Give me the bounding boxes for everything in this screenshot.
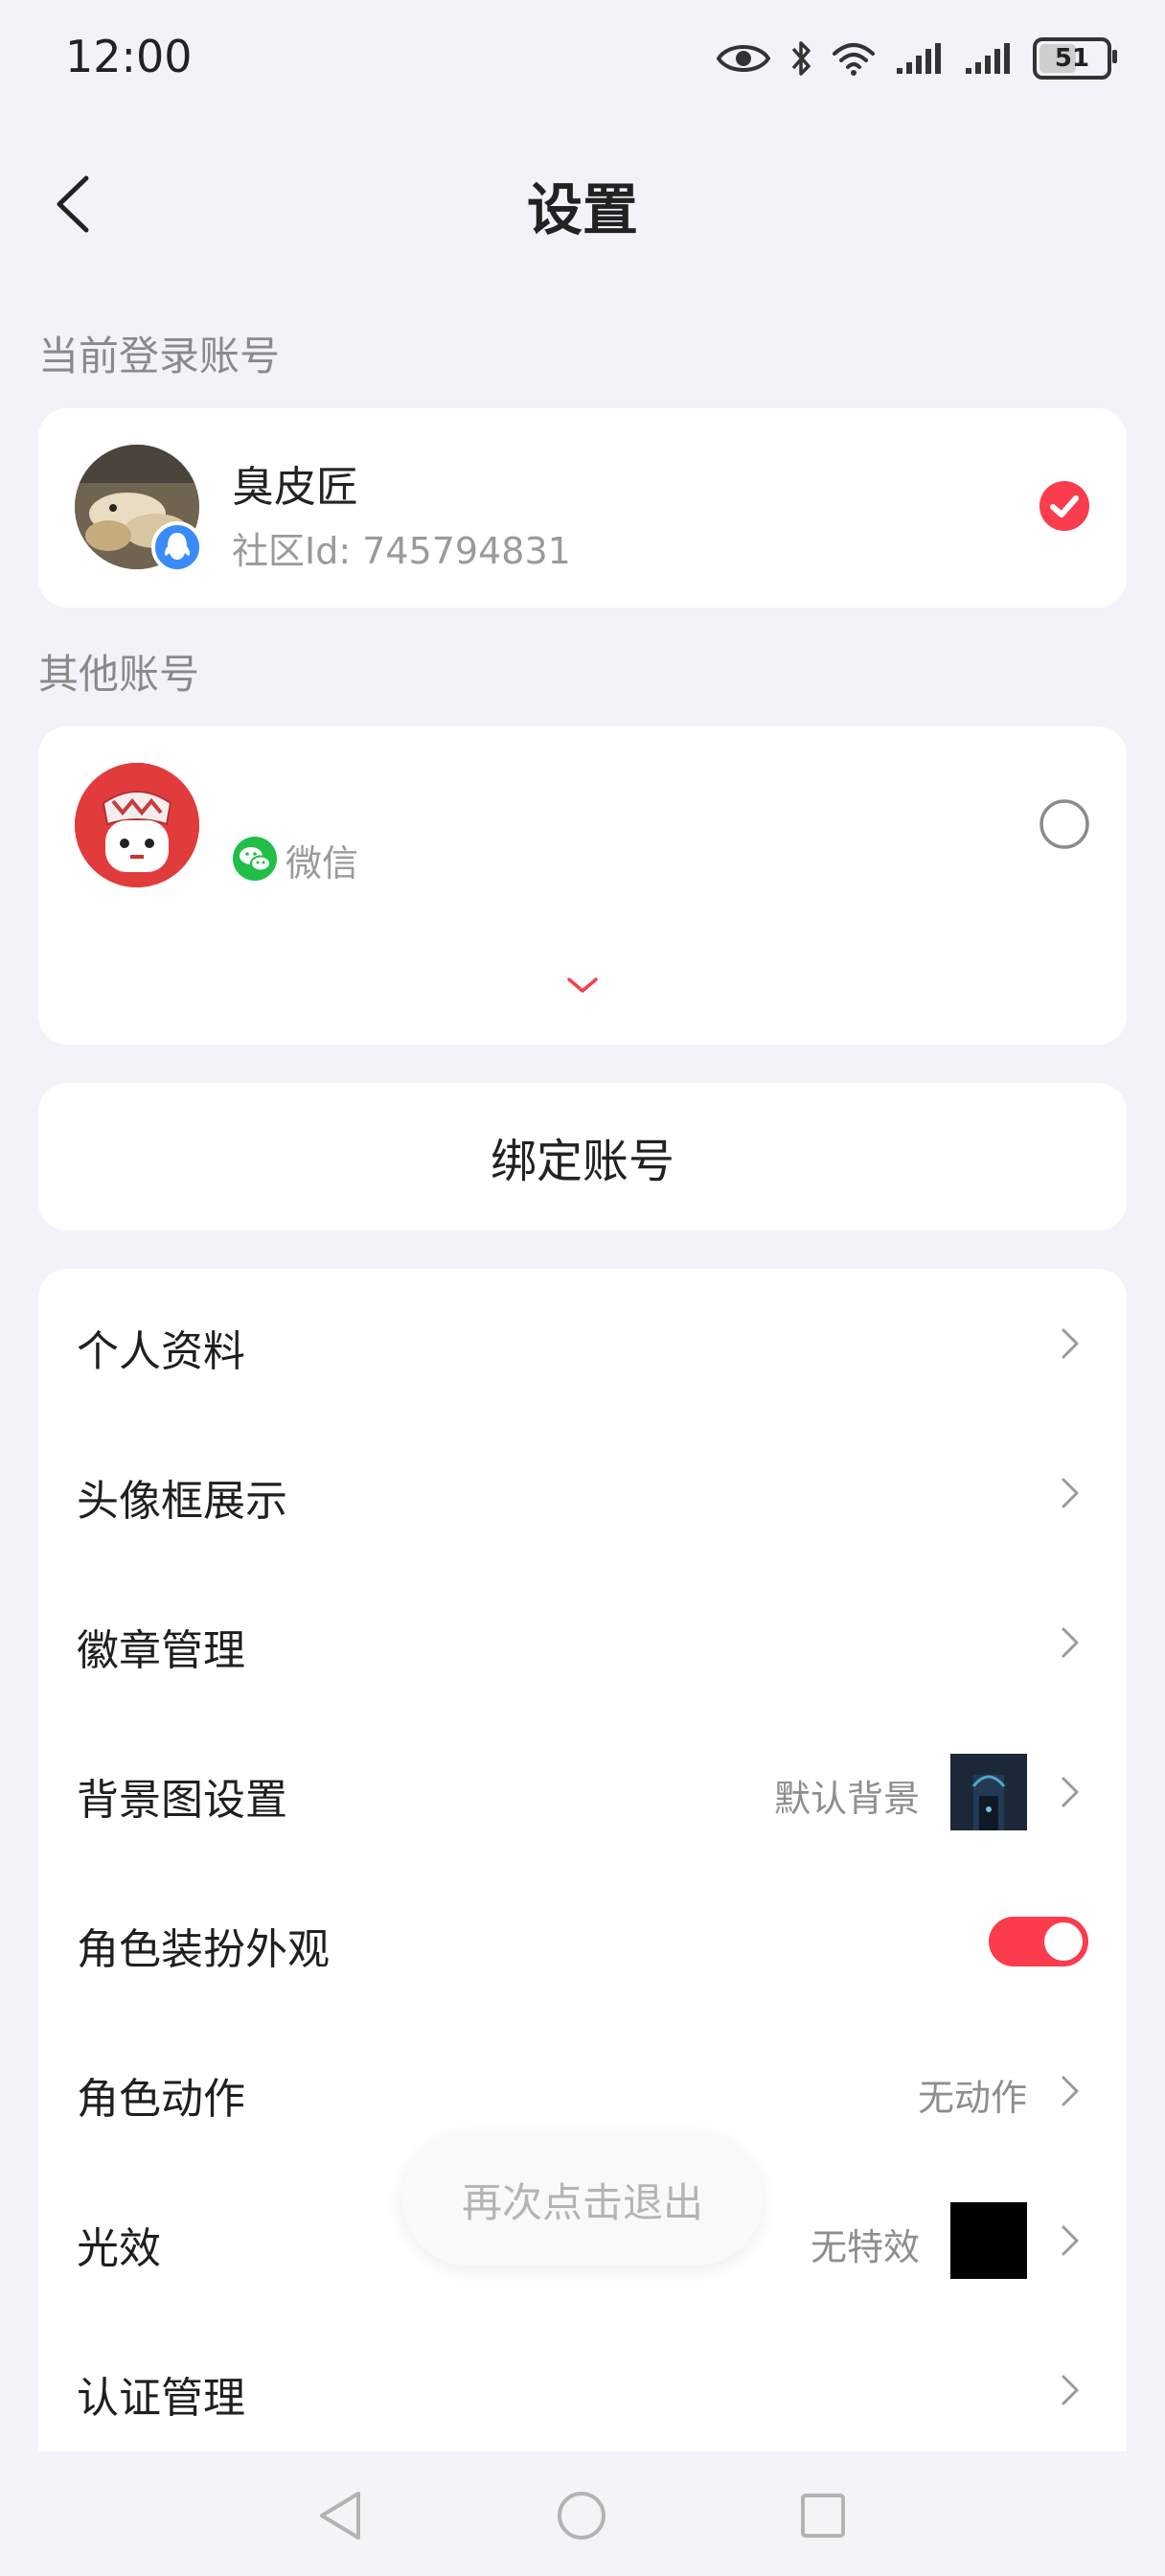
nav-home-icon[interactable] — [556, 2490, 607, 2542]
nav-back-icon[interactable] — [316, 2490, 364, 2542]
chevron-right-icon — [1062, 1478, 1079, 1508]
current-account-card[interactable]: 臭皮匠 社区Id: 745794831 — [38, 408, 1127, 608]
status-icons: 51 — [717, 34, 1117, 82]
chevron-right-icon — [1062, 2375, 1079, 2405]
bluetooth-icon — [791, 41, 811, 76]
wifi-icon — [833, 43, 875, 76]
current-account-label: 当前登录账号 — [38, 333, 281, 380]
settings-row-badges[interactable]: 徽章管理 — [38, 1568, 1127, 1717]
settings-row-label: 个人资料 — [77, 1327, 245, 1376]
settings-row-profile[interactable]: 个人资料 — [38, 1269, 1127, 1418]
other-accounts-card: 微信 — [38, 726, 1127, 1045]
page-title: 设置 — [526, 177, 638, 242]
settings-row-value: 无特效 — [810, 2226, 920, 2268]
settings-row-label: 徽章管理 — [77, 1626, 245, 1675]
signal-icon — [897, 43, 941, 74]
settings-row-label: 头像框展示 — [77, 1477, 287, 1526]
settings-row-label: 角色装扮外观 — [77, 1925, 330, 1974]
signal-icon — [966, 43, 1010, 74]
status-time: 12:00 — [65, 31, 193, 82]
light-effect-thumbnail — [950, 2202, 1027, 2279]
avatar — [75, 763, 199, 887]
settings-row-value: 无动作 — [917, 2077, 1027, 2119]
settings-row-verification[interactable]: 认证管理 — [38, 2315, 1127, 2465]
battery-icon: 51 — [1033, 37, 1117, 80]
bind-account-button[interactable]: 绑定账号 — [38, 1083, 1127, 1230]
settings-row-background[interactable]: 背景图设置 默认背景 — [38, 1717, 1127, 1867]
settings-row-value: 默认背景 — [773, 1778, 920, 1820]
community-id: 社区Id: 745794831 — [232, 530, 571, 572]
chevron-right-icon — [1062, 1328, 1079, 1359]
exit-toast: 再次点击退出 — [402, 2133, 763, 2266]
settings-row-label: 角色动作 — [77, 2075, 245, 2124]
other-accounts-label: 其他账号 — [38, 651, 200, 698]
settings-row-label: 认证管理 — [77, 2374, 245, 2423]
account-platform: 微信 — [286, 842, 359, 885]
settings-row-costume: 角色装扮外观 — [38, 1867, 1127, 2016]
chevron-right-icon — [1062, 1627, 1079, 1658]
background-thumbnail — [950, 1754, 1027, 1830]
battery-level: 51 — [1054, 44, 1090, 73]
settings-list: 个人资料 头像框展示 徽章管理 背景图设置 默认背景 角色装扮外观 角色动作 无… — [38, 1269, 1127, 2515]
cartoon-avatar-icon — [75, 763, 199, 887]
toggle-knob — [1044, 1922, 1083, 1961]
chevron-right-icon — [1062, 2225, 1079, 2256]
costume-toggle[interactable] — [989, 1917, 1088, 1966]
wechat-icon — [233, 837, 277, 881]
chevron-down-icon[interactable] — [563, 974, 602, 997]
eye-icon — [717, 45, 770, 72]
settings-row-label: 光效 — [77, 2224, 161, 2273]
qq-icon — [151, 521, 203, 573]
chevron-right-icon — [1062, 2076, 1079, 2106]
bind-account-label: 绑定账号 — [490, 1135, 674, 1188]
chevron-right-icon — [1062, 1777, 1079, 1807]
settings-row-label: 背景图设置 — [77, 1776, 287, 1825]
account-name: 臭皮匠 — [232, 463, 358, 512]
checked-circle-icon[interactable] — [1039, 480, 1090, 532]
nav-recents-icon[interactable] — [799, 2492, 847, 2540]
unchecked-circle-icon[interactable] — [1039, 798, 1090, 850]
navigation-bar — [0, 2451, 1165, 2576]
settings-row-avatar-frame[interactable]: 头像框展示 — [38, 1418, 1127, 1568]
